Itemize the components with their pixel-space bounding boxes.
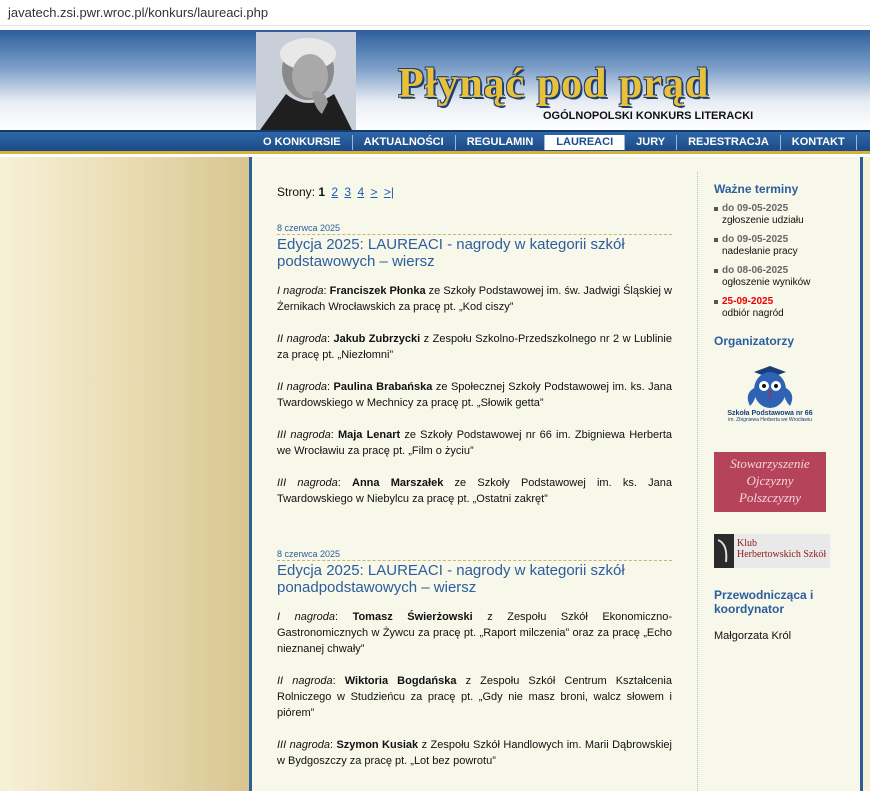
term-date: do 09-05-2025 <box>722 234 789 245</box>
main-nav: O KONKURSIE AKTUALNOŚCI REGULAMIN LAUREA… <box>0 130 870 154</box>
post-date: 8 czerwca 2025 <box>277 223 341 233</box>
term-description: odbiór nagród <box>722 308 784 319</box>
award-entry: III nagroda: Szymon Kusiak z Zespołu Szk… <box>277 739 672 767</box>
org2-line1: Stowarzyszenie <box>730 456 810 471</box>
nav-item-o-konkursie[interactable]: O KONKURSIE <box>252 134 353 150</box>
org3-line2: Herbertowskich Szkół <box>737 549 827 560</box>
organizer-logo-association[interactable]: Stowarzyszenie Ojczyzny Polszczyzny <box>714 452 826 512</box>
nav-item-rejestracja[interactable]: REJESTRACJA <box>677 134 781 150</box>
term-date: do 08-06-2025 <box>722 265 789 276</box>
award-entry: II nagroda: Jakub Zubrzycki z Zespołu Sz… <box>277 333 672 361</box>
pagination-page-4[interactable]: 4 <box>357 185 364 199</box>
award-prize: II nagroda <box>277 333 327 345</box>
award-winner: Franciszek Płonka <box>329 285 426 297</box>
left-decorative-column <box>0 157 249 791</box>
main-content: Strony: 1 2 3 4 > >| 8 czerwca 2025 Edyc… <box>277 185 672 785</box>
content-area: Strony: 1 2 3 4 > >| 8 czerwca 2025 Edyc… <box>249 157 863 791</box>
post-primary: 8 czerwca 2025 Edycja 2025: LAUREACI - n… <box>277 223 672 507</box>
term-description: zgłoszenie udziału <box>722 215 804 226</box>
owl-logo-icon <box>747 366 793 408</box>
term-description: ogłoszenie wyników <box>722 277 811 288</box>
award-prize: III nagroda <box>277 477 338 489</box>
term-item: do 08-06-2025 ogłoszenie wyników <box>714 265 852 289</box>
right-decorative-strip <box>863 157 870 791</box>
pagination-next[interactable]: > <box>370 185 377 199</box>
term-item: do 09-05-2025 nadesłanie pracy <box>714 234 852 258</box>
site-subtitle: OGÓLNOPOLSKI KONKURS LITERACKI <box>543 110 754 122</box>
award-entry: II nagroda: Paulina Brabańska ze Społecz… <box>277 381 672 409</box>
post-date: 8 czerwca 2025 <box>277 549 341 559</box>
nav-item-kontakt[interactable]: KONTAKT <box>781 134 857 150</box>
site-header: Płynąć pod prąd OGÓLNOPOLSKI KONKURS LIT… <box>0 30 870 130</box>
coordinator-name: Małgorzata Król <box>714 630 792 642</box>
term-date: 25-09-2025 <box>722 296 774 307</box>
post-title[interactable]: Edycja 2025: LAUREACI - nagrody w katego… <box>277 234 672 270</box>
post-title[interactable]: Edycja 2025: LAUREACI - nagrody w katego… <box>277 560 672 596</box>
pagination-page-2[interactable]: 2 <box>331 185 338 199</box>
award-prize: II nagroda <box>277 675 333 687</box>
award-prize: III nagroda <box>277 739 330 751</box>
award-entry: I nagroda: Franciszek Płonka ze Szkoły P… <box>277 285 672 313</box>
site-title: Płynąć pod prąd <box>398 61 710 107</box>
award-prize: II nagroda <box>277 381 327 393</box>
org1-line1: Szkoła Podstawowa nr 66 <box>727 410 813 417</box>
award-entry: III nagroda: Maja Lenart ze Szkoły Podst… <box>277 429 672 457</box>
award-details: z Zespołu Szkół Ekonomiczno-Gastronomicz… <box>277 611 673 655</box>
pagination-label: Strony <box>277 185 312 199</box>
award-entry: I nagroda: Tomasz Świerżowski z Zespołu … <box>277 611 673 655</box>
award-details: z Zespołu Szkół Centrum Kształcenia Roln… <box>277 675 672 719</box>
address-bar[interactable]: javatech.zsi.pwr.wroc.pl/konkurs/laureac… <box>0 0 870 26</box>
award-winner: Tomasz Świerżowski <box>352 611 473 623</box>
award-entry: II nagroda: Wiktoria Bogdańska z Zespołu… <box>277 675 672 719</box>
poet-portrait-image <box>256 32 356 130</box>
award-entry: III nagroda: Anna Marszałek ze Szkoły Po… <box>277 477 672 505</box>
award-winner: Anna Marszałek <box>352 477 444 489</box>
award-details: ze Szkoły Podstawowej nr 66 im. Zbigniew… <box>277 429 672 457</box>
coordinator-heading: Przewodnicząca i koordynator <box>714 588 814 616</box>
pagination-last[interactable]: >| <box>384 185 394 199</box>
org2-line3: Polszczyzny <box>738 490 802 505</box>
award-prize: I nagroda <box>277 285 324 297</box>
pagination-page-3[interactable]: 3 <box>344 185 351 199</box>
pagination-current: 1 <box>318 185 326 199</box>
term-item: 25-09-2025 odbiór nagród <box>714 296 852 320</box>
award-winner: Wiktoria Bogdańska <box>344 675 457 687</box>
nav-item-aktualnosci[interactable]: AKTUALNOŚCI <box>353 134 456 150</box>
sidebar: Ważne terminy do 09-05-2025 zgłoszenie ud… <box>697 172 852 791</box>
award-winner: Szymon Kusiak <box>336 739 419 751</box>
organizer-logo-club[interactable]: Klub Herbertowskich Szkół <box>714 534 830 568</box>
award-prize: III nagroda <box>277 429 331 441</box>
nav-item-laureaci[interactable]: LAUREACI <box>545 134 626 150</box>
post-secondary: 8 czerwca 2025 Edycja 2025: LAUREACI - n… <box>277 549 672 769</box>
org1-line2: im. Zbigniewa Herberta we Wrocławiu <box>728 417 812 423</box>
award-prize: I nagroda <box>277 611 335 623</box>
terms-heading: Ważne terminy <box>714 182 799 196</box>
nav-item-jury[interactable]: JURY <box>625 134 678 150</box>
pagination: Strony: 1 2 3 4 > >| <box>277 185 394 199</box>
url-text: javatech.zsi.pwr.wroc.pl/konkurs/laureac… <box>8 5 269 20</box>
term-date: do 09-05-2025 <box>722 203 789 214</box>
term-item: do 09-05-2025 zgłoszenie udziału <box>714 203 852 227</box>
award-winner: Maja Lenart <box>337 429 401 441</box>
organizer-logo-school[interactable]: Szkoła Podstawowa nr 66 im. Zbigniewa He… <box>714 360 826 430</box>
term-description: nadesłanie pracy <box>722 246 798 257</box>
award-winner: Paulina Brabańska <box>333 381 433 393</box>
award-winner: Jakub Zubrzycki <box>333 333 421 345</box>
org2-line2: Ojczyzny <box>746 473 794 488</box>
club-emblem-icon <box>714 534 734 568</box>
nav-item-regulamin[interactable]: REGULAMIN <box>456 134 546 150</box>
organizers-heading: Organizatorzy <box>714 334 795 348</box>
